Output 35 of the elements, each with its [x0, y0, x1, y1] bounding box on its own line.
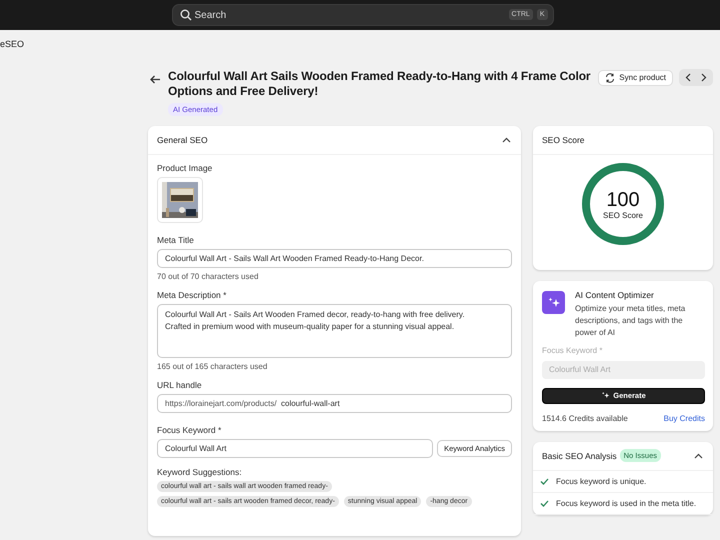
- card-title: General SEO: [157, 135, 208, 145]
- field-label: Focus Keyword *: [542, 346, 604, 355]
- search-icon: [180, 9, 192, 21]
- analysis-item: Focus keyword is unique.: [556, 476, 646, 486]
- field-label: Meta Description *: [157, 290, 228, 300]
- score-value: 100: [606, 188, 640, 210]
- input-field[interactable]: Colourful Wall Art - Sails Wall Art Wooden Framed Ready-to-Hang Decor.: [157, 249, 512, 268]
- sparkle-icon: [601, 391, 610, 400]
- next-icon: [701, 73, 707, 82]
- back-arrow-icon: [150, 74, 160, 84]
- text-area[interactable]: Colourful Wall Art - Sails Art Wooden Framed decor, ready-to-hang with free delivery. Crafted in premium wood with museum-quality paper for a stunning visual appeal.: [157, 304, 512, 358]
- field-label: URL handle: [157, 380, 203, 390]
- card-title: Basic SEO Analysis: [542, 450, 617, 460]
- analysis-item: Focus keyword is used in the meta title.: [556, 498, 696, 508]
- character-count: 70 out of 70 characters used: [157, 272, 260, 281]
- app-name: eSEO: [0, 38, 26, 51]
- credits-text: 1514.6 Credits available: [542, 414, 628, 422]
- card-description: Optimize your meta titles, meta descriptions, and tags with the power of AI: [575, 303, 686, 339]
- previous-icon: [685, 73, 691, 82]
- character-count: 165 out of 165 characters used: [157, 362, 268, 371]
- buy-credits-link[interactable]: Buy Credits: [664, 414, 705, 422]
- url-prefix: https://lorainejart.com/products/: [165, 399, 277, 408]
- sync-button[interactable]: Sync product: [598, 70, 673, 86]
- field-label: Focus Keyword *: [157, 425, 222, 435]
- sparkle-glyph-icon: [546, 296, 560, 310]
- field-label: Product Image: [157, 163, 214, 173]
- input-field[interactable]: Colourful Wall Art: [157, 439, 434, 458]
- back-button[interactable]: [148, 73, 162, 85]
- section-label: Keyword Suggestions:: [157, 467, 243, 477]
- page-title: Colourful Wall Art Sails Wooden Framed Ready-to-Hang with 4 Frame Color Options and Free Delivery!: [168, 69, 592, 99]
- card-title: AI Content Optimizer: [575, 290, 655, 300]
- card-title: SEO Score: [542, 135, 585, 145]
- score-label: SEO Score: [602, 210, 643, 220]
- field-label: Meta Title: [157, 235, 195, 245]
- sync-icon: [605, 72, 616, 82]
